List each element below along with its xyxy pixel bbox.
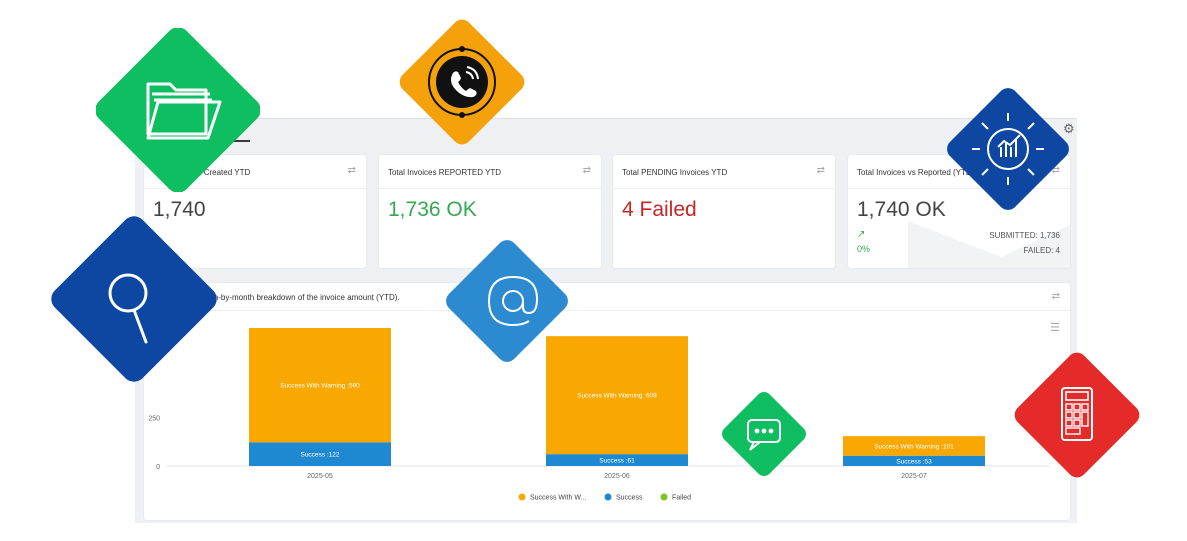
chart-card: Month-by-month breakdown of the invoice … <box>144 283 1070 520</box>
legend-marker <box>604 493 612 501</box>
y-tick-label: 250 <box>148 416 160 423</box>
failed-count: FAILED: 4 <box>1023 246 1060 255</box>
legend-label: Success With W... <box>530 495 586 502</box>
legend-marker <box>518 493 526 501</box>
divider <box>379 188 601 189</box>
x-tick-label: 2025-06 <box>604 473 630 480</box>
data-label: Success With Warning :101 <box>874 443 954 450</box>
calculator-icon <box>1014 352 1140 478</box>
legend-label: Success <box>616 495 643 502</box>
legend-marker <box>660 493 668 501</box>
submitted-count: SUBMITTED: 1,736 <box>989 231 1060 240</box>
at-sign-icon <box>446 240 568 362</box>
data-label: Success :122 <box>300 452 339 459</box>
divider <box>613 188 835 189</box>
y-tick-label: 0 <box>156 464 160 471</box>
kpi-card-value: 1,736 OK <box>388 198 477 221</box>
x-tick-label: 2025-05 <box>307 473 333 480</box>
legend-label: Failed <box>672 495 691 502</box>
stacked-bar-chart: 0 250 Success :122 Success With Warning :59… <box>148 328 1050 502</box>
kpi-card-title: Total PENDING Invoices YTD <box>622 168 728 177</box>
search-icon <box>51 216 217 382</box>
kpi-card-value: 4 Failed <box>622 198 697 221</box>
data-label: Success With Warning :609 <box>577 393 657 400</box>
phone-call-icon <box>399 19 525 145</box>
analytics-icon <box>947 88 1069 210</box>
chat-bubble-icon <box>722 392 806 476</box>
data-label: Success With Warning :590 <box>280 383 360 390</box>
data-label: Success :61 <box>599 458 635 465</box>
kpi-card-pending: Total PENDING Invoices YTD ⇄ 4 Failed <box>613 155 835 268</box>
kpi-card-value: 1,740 OK <box>857 198 946 221</box>
refresh-icon[interactable]: ⇄ <box>583 165 591 176</box>
refresh-icon[interactable]: ⇄ <box>348 165 356 176</box>
tab-divider <box>135 118 1077 119</box>
kpi-card-title: Total Invoices REPORTED YTD <box>388 168 502 177</box>
x-tick-label: 2025-07 <box>901 473 927 480</box>
trend-up-icon: ↗ <box>857 229 866 240</box>
refresh-icon[interactable]: ⇄ <box>817 165 825 176</box>
folder-icon <box>96 28 260 192</box>
sparkline-background <box>908 221 1070 268</box>
data-label: Success :53 <box>896 458 932 465</box>
trend-percentage: 0% <box>857 244 871 254</box>
